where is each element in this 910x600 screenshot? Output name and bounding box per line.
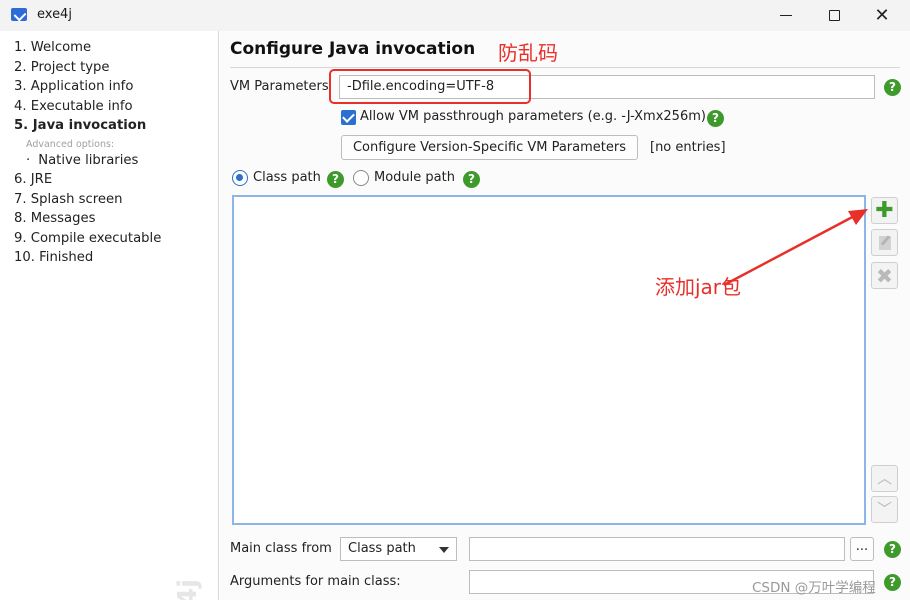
step-compile-executable[interactable]: 9. Compile executable (14, 229, 161, 249)
step-native-libraries-label: Native libraries (38, 152, 139, 168)
entries-status: [no entries] (650, 140, 726, 155)
maximize-icon (828, 10, 840, 21)
arguments-label: Arguments for main class: (230, 574, 401, 589)
module-path-radio[interactable] (353, 170, 369, 186)
step-jre[interactable]: 6. JRE (14, 170, 161, 190)
main-class-from-label: Main class from (230, 541, 332, 556)
csdn-watermark: CSDN @万叶学编程 (752, 580, 876, 596)
move-up-button[interactable]: ︿ (871, 465, 898, 492)
edit-icon (878, 235, 891, 250)
window-title: exe4j (37, 7, 72, 22)
help-icon[interactable]: ? (707, 110, 724, 127)
class-path-label[interactable]: Class path (253, 170, 321, 185)
module-path-label[interactable]: Module path (374, 170, 455, 185)
exe4j-logo: 4j (173, 578, 203, 600)
annotation-arrow (723, 209, 868, 287)
step-java-invocation[interactable]: 5. Java invocation (14, 116, 161, 136)
annotation-highlight-box (329, 69, 531, 104)
wizard-steps-sidebar: 1. Welcome 2. Project type 3. Applicatio… (0, 31, 219, 600)
close-icon: ✕ (874, 5, 890, 26)
step-finished[interactable]: 10. Finished (14, 248, 161, 268)
help-icon[interactable]: ? (463, 171, 480, 188)
arrow-down-icon: ﹀ (876, 500, 892, 518)
browse-main-class-button[interactable]: ... (850, 537, 874, 561)
steps-list: 1. Welcome 2. Project type 3. Applicatio… (14, 38, 161, 268)
help-icon[interactable]: ? (884, 541, 901, 558)
configure-version-specific-button[interactable]: Configure Version-Specific VM Parameters (341, 135, 638, 160)
title-bar: exe4j ✕ (0, 0, 910, 31)
arrow-up-icon: ︿ (876, 469, 892, 487)
allow-passthrough-checkbox[interactable] (341, 110, 356, 125)
step-executable-info[interactable]: 4. Executable info (14, 97, 161, 117)
class-path-radio[interactable] (232, 170, 248, 186)
app-icon (11, 8, 27, 21)
step-application-info[interactable]: 3. Application info (14, 77, 161, 97)
edit-entry-button[interactable] (871, 229, 898, 256)
main-class-input[interactable] (469, 537, 845, 561)
page-title: Configure Java invocation (230, 39, 476, 59)
advanced-options-header: Advanced options: (26, 138, 115, 150)
step-messages[interactable]: 8. Messages (14, 209, 161, 229)
close-button[interactable]: ✕ (859, 0, 905, 31)
help-icon[interactable]: ? (884, 79, 901, 96)
step-splash-screen[interactable]: 7. Splash screen (14, 190, 161, 210)
add-entry-button[interactable]: ✚ (871, 197, 898, 224)
delete-entry-button[interactable]: ✖ (871, 262, 898, 289)
move-down-button[interactable]: ﹀ (871, 496, 898, 523)
step-project-type[interactable]: 2. Project type (14, 58, 161, 78)
bullet-icon: · (26, 152, 31, 168)
step-welcome[interactable]: 1. Welcome (14, 38, 161, 58)
main-panel: Configure Java invocation 防乱码 VM Paramet… (220, 31, 910, 600)
delete-icon: ✖ (876, 263, 893, 288)
title-divider (230, 67, 900, 68)
minimize-icon (780, 15, 792, 16)
step-native-libraries[interactable]: · Native libraries (14, 151, 161, 171)
annotation-anti-garble: 防乱码 (498, 41, 558, 65)
minimize-button[interactable] (763, 0, 809, 31)
main-class-source-select[interactable]: Class path (340, 537, 457, 561)
vm-parameters-label: VM Parameters (230, 79, 329, 94)
help-icon[interactable]: ? (884, 574, 901, 591)
allow-passthrough-label[interactable]: Allow VM passthrough parameters (e.g. -J… (360, 109, 706, 124)
chevron-down-icon (439, 547, 449, 553)
plus-icon: ✚ (875, 197, 894, 223)
main-class-source-value: Class path (348, 541, 416, 556)
help-icon[interactable]: ? (327, 171, 344, 188)
maximize-button[interactable] (811, 0, 857, 31)
